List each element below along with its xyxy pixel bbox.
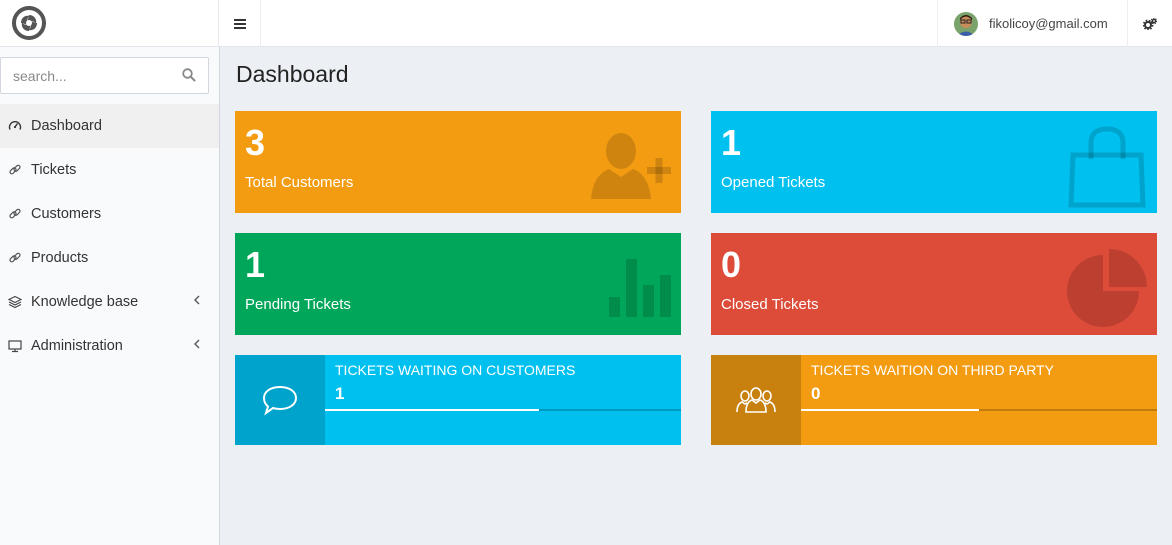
stat-label: Closed Tickets [721, 296, 819, 313]
progress-fill [801, 409, 979, 411]
sidebar-search [0, 57, 209, 94]
chevron-left-icon [194, 339, 200, 349]
dashboard-icon [7, 118, 23, 134]
info-box-waiting-on-customers[interactable]: TICKETS WAITING ON CUSTOMERS 1 [235, 355, 681, 445]
info-box-title: TICKETS WAITING ON CUSTOMERS [335, 362, 576, 378]
top-navbar: fikolicoy@gmail.com [0, 0, 1172, 47]
pie-chart-icon [1067, 249, 1147, 327]
user-plus-icon [591, 133, 671, 199]
sidebar-item-label: Products [31, 250, 89, 266]
progress-bar [801, 409, 1157, 411]
search-icon[interactable] [182, 68, 196, 82]
sidebar-item-products[interactable]: Products [0, 236, 219, 280]
chevron-left-icon [194, 295, 200, 305]
stat-card-total-customers[interactable]: 3 Total Customers [235, 111, 681, 213]
progress-bar [325, 409, 681, 411]
monitor-icon [7, 338, 23, 354]
page-title: Dashboard [236, 61, 349, 87]
sidebar-menu: Dashboard Tickets Customers Products Kno… [0, 104, 219, 368]
stat-value: 0 [721, 244, 742, 285]
stat-label: Total Customers [245, 174, 354, 191]
sidebar-item-knowledge-base[interactable]: Knowledge base [0, 280, 219, 324]
avatar [954, 11, 978, 36]
stat-value: 1 [245, 244, 266, 285]
sidebar-item-tickets[interactable]: Tickets [0, 148, 219, 192]
user-email: fikolicoy@gmail.com [989, 16, 1108, 31]
stat-label: Opened Tickets [721, 174, 826, 191]
layers-icon [7, 294, 23, 310]
progress-fill [325, 409, 539, 411]
speech-bubble-icon [262, 385, 298, 416]
link-icon [7, 162, 23, 178]
stat-card-opened-tickets[interactable]: 1 Opened Tickets [711, 111, 1157, 213]
stat-label: Pending Tickets [245, 296, 351, 313]
info-box-icon [711, 355, 801, 445]
link-icon [7, 250, 23, 266]
settings-button[interactable] [1128, 0, 1172, 47]
users-icon [736, 387, 776, 413]
sidebar-item-dashboard[interactable]: Dashboard [0, 104, 219, 148]
sidebar: Dashboard Tickets Customers [0, 47, 220, 545]
sidebar-item-label: Customers [31, 206, 102, 222]
info-box-waiting-on-third-party[interactable]: TICKETS WAITION ON THIRD PARTY 0 [711, 355, 1157, 445]
info-box-title: TICKETS WAITION ON THIRD PARTY [811, 362, 1054, 378]
bar-chart-icon [609, 259, 671, 317]
stat-card-closed-tickets[interactable]: 0 Closed Tickets [711, 233, 1157, 335]
info-box-value: 1 [335, 384, 345, 403]
user-menu[interactable]: fikolicoy@gmail.com [937, 0, 1128, 47]
info-box-icon [235, 355, 325, 445]
stat-value: 1 [721, 122, 742, 163]
sidebar-item-administration[interactable]: Administration [0, 324, 219, 368]
sidebar-item-label: Dashboard [31, 118, 102, 134]
link-icon [7, 206, 23, 222]
sidebar-item-label: Tickets [31, 162, 77, 178]
search-input[interactable] [1, 58, 161, 93]
logo-icon [12, 6, 46, 40]
logo[interactable] [0, 0, 219, 47]
sidebar-item-label: Administration [31, 338, 123, 354]
stat-card-pending-tickets[interactable]: 1 Pending Tickets [235, 233, 681, 335]
sidebar-item-label: Knowledge base [31, 294, 139, 310]
hamburger-icon [233, 18, 246, 29]
shopping-bag-icon [1068, 126, 1146, 208]
stat-value: 3 [245, 122, 266, 163]
gears-icon [1143, 17, 1157, 30]
sidebar-item-customers[interactable]: Customers [0, 192, 219, 236]
info-box-value: 0 [811, 384, 821, 403]
sidebar-toggle-button[interactable] [219, 0, 261, 47]
